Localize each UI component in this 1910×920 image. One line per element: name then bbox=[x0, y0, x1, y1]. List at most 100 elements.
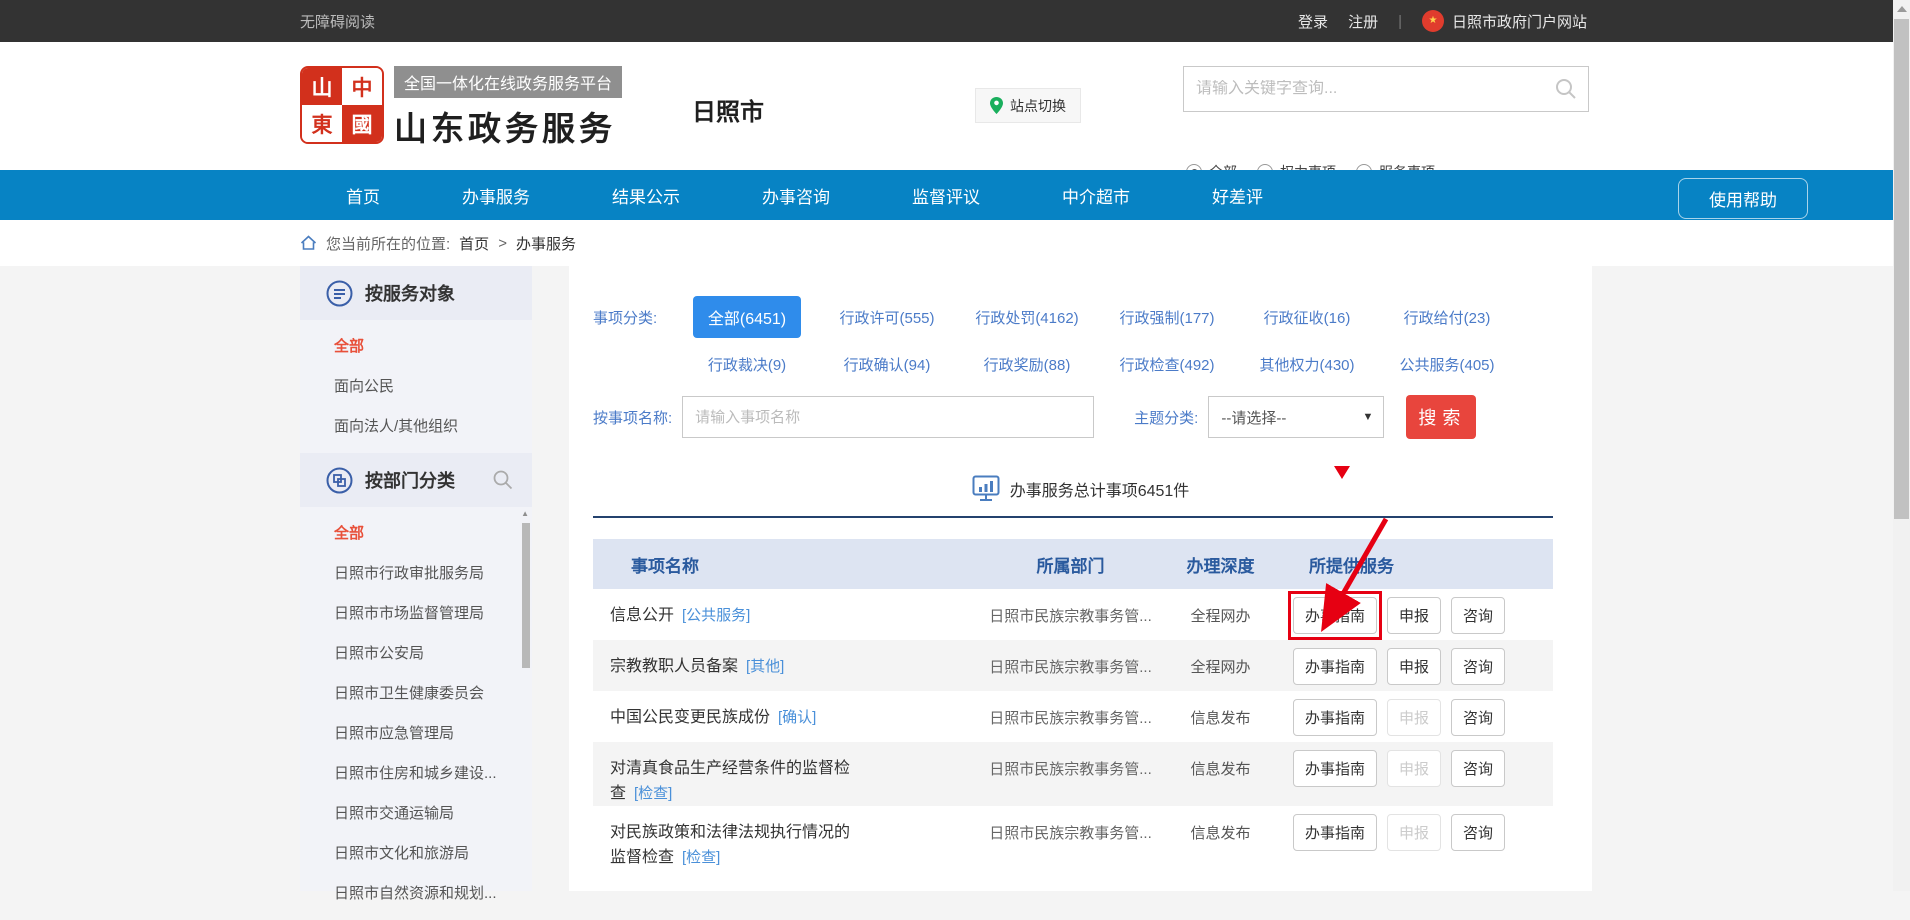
nav-item[interactable]: 办事服务 bbox=[421, 170, 571, 220]
consult-button[interactable]: 咨询 bbox=[1451, 597, 1505, 634]
item-tag-link[interactable]: [公共服务] bbox=[682, 607, 750, 624]
category-option[interactable]: 行政许可(555) bbox=[817, 307, 957, 328]
apply-button[interactable]: 申报 bbox=[1387, 648, 1441, 685]
topbar-divider: | bbox=[1398, 13, 1402, 30]
consult-button[interactable]: 咨询 bbox=[1451, 648, 1505, 685]
item-services: 办事指南申报咨询 bbox=[1288, 806, 1553, 851]
table-row: 中国公民变更民族成份[确认]日照市民族宗教事务管...信息发布办事指南申报咨询 bbox=[593, 691, 1553, 742]
sidebar-list: 全部日照市行政审批服务局日照市市场监督管理局日照市公安局日照市卫生健康委员会日照… bbox=[300, 507, 532, 920]
portal-link[interactable]: ★ 日照市政府门户网站 bbox=[1422, 10, 1587, 32]
sidebar-item[interactable]: 面向法人/其他组织 bbox=[300, 407, 532, 447]
category-option[interactable]: 行政裁决(9) bbox=[677, 354, 817, 375]
category-option[interactable]: 行政奖励(88) bbox=[957, 354, 1097, 375]
category-option[interactable]: 公共服务(405) bbox=[1377, 354, 1517, 375]
search-icon[interactable] bbox=[1554, 77, 1578, 101]
nav-item[interactable]: 中介超市 bbox=[1021, 170, 1171, 220]
sidebar-item[interactable]: 日照市公安局 bbox=[300, 634, 532, 674]
topic-select[interactable]: --请选择-- ▼ bbox=[1208, 396, 1384, 438]
sidebar-item[interactable]: 日照市卫生健康委员会 bbox=[300, 674, 532, 714]
table-row: 对民族政策和法律法规执行情况的监督检查[检查]日照市民族宗教事务管...信息发布… bbox=[593, 806, 1553, 870]
item-name-cell: 宗教教职人员备案 [其他] bbox=[593, 640, 988, 679]
guide-button-wrap: 办事指南 bbox=[1293, 648, 1377, 685]
sidebar-item[interactable]: 日照市自然资源和规划... bbox=[300, 874, 532, 914]
search-icon[interactable] bbox=[492, 469, 514, 491]
consult-button[interactable]: 咨询 bbox=[1451, 814, 1505, 851]
header: 山中東國 全国一体化在线政务服务平台 山东政务服务 日照市 站点切换 全部权力事… bbox=[0, 42, 1893, 170]
site-switch-label: 站点切换 bbox=[1010, 96, 1066, 116]
nav-item[interactable]: 办事咨询 bbox=[721, 170, 871, 220]
guide-button[interactable]: 办事指南 bbox=[1293, 814, 1377, 851]
nav-item[interactable]: 监督评议 bbox=[871, 170, 1021, 220]
nav-item[interactable]: 好差评 bbox=[1171, 170, 1304, 220]
login-link[interactable]: 登录 bbox=[1298, 11, 1328, 32]
item-tag-link[interactable]: [检查] bbox=[634, 785, 672, 802]
sidebar-item[interactable]: 日照市行政审批服务局 bbox=[300, 554, 532, 594]
topbar: 无障碍阅读 登录 注册 | ★ 日照市政府门户网站 bbox=[0, 0, 1893, 42]
item-tag-link[interactable]: [其他] bbox=[746, 658, 784, 675]
site-switch-button[interactable]: 站点切换 bbox=[975, 88, 1081, 123]
scrollbar-up-icon[interactable] bbox=[1897, 6, 1907, 12]
consult-button[interactable]: 咨询 bbox=[1451, 699, 1505, 736]
keyword-search-input[interactable] bbox=[1184, 80, 1554, 98]
category-option[interactable]: 行政给付(23) bbox=[1377, 307, 1517, 328]
page-scrollbar[interactable] bbox=[1893, 0, 1910, 891]
table-rows: 信息公开[公共服务]日照市民族宗教事务管...全程网办办事指南申报咨询宗教教职人… bbox=[593, 589, 1553, 870]
item-tag-link[interactable]: [检查] bbox=[682, 849, 720, 866]
item-depth: 信息发布 bbox=[1153, 691, 1288, 728]
department-icon bbox=[326, 467, 353, 494]
category-option[interactable]: 行政处罚(4162) bbox=[957, 307, 1097, 328]
breadcrumb-home-link[interactable]: 首页 bbox=[459, 233, 489, 254]
category-option[interactable]: 行政征收(16) bbox=[1237, 307, 1377, 328]
item-name-link[interactable]: 宗教教职人员备案 bbox=[610, 658, 738, 675]
guide-button[interactable]: 办事指南 bbox=[1293, 597, 1377, 634]
item-name-link[interactable]: 对民族政策和法律法规执行情况的监督检查 bbox=[610, 824, 850, 866]
item-tag-link[interactable]: [确认] bbox=[778, 709, 816, 726]
sidebar-section-title: 按服务对象 bbox=[365, 280, 455, 306]
help-button[interactable]: 使用帮助 bbox=[1678, 178, 1808, 219]
seal-char: 東 bbox=[302, 105, 342, 142]
apply-button: 申报 bbox=[1387, 750, 1441, 787]
category-option[interactable]: 行政强制(177) bbox=[1097, 307, 1237, 328]
sidebar-item[interactable]: 全部 bbox=[300, 514, 532, 554]
items-table: 事项名称所属部门办理深度所提供服务 信息公开[公共服务]日照市民族宗教事务管..… bbox=[593, 539, 1553, 870]
sidebar-scrollbar-up-icon[interactable]: ▲ bbox=[521, 509, 529, 518]
item-name-link[interactable]: 信息公开 bbox=[610, 607, 674, 624]
item-name-input[interactable] bbox=[682, 396, 1094, 438]
category-option[interactable]: 其他权力(430) bbox=[1237, 354, 1377, 375]
total-count-row: 办事服务总计事项6451件 bbox=[569, 475, 1592, 502]
table-row: 信息公开[公共服务]日照市民族宗教事务管...全程网办办事指南申报咨询 bbox=[593, 589, 1553, 640]
sidebar-item[interactable]: 全部 bbox=[300, 327, 532, 367]
category-option[interactable]: 行政确认(94) bbox=[817, 354, 957, 375]
sidebar-item[interactable]: 日照市文化和旅游局 bbox=[300, 834, 532, 874]
sidebar-item[interactable]: 日照市住房和城乡建设... bbox=[300, 754, 532, 794]
category-option[interactable]: 行政检查(492) bbox=[1097, 354, 1237, 375]
main-content: 事项分类: 全部(6451) 行政许可(555)行政处罚(4162)行政强制(17… bbox=[569, 266, 1592, 891]
apply-button[interactable]: 申报 bbox=[1387, 597, 1441, 634]
table-row: 宗教教职人员备案[其他]日照市民族宗教事务管...全程网办办事指南申报咨询 bbox=[593, 640, 1553, 691]
category-filter: 事项分类: 全部(6451) 行政许可(555)行政处罚(4162)行政强制(17… bbox=[593, 296, 1572, 375]
sidebar-scrollbar-thumb[interactable] bbox=[522, 523, 530, 668]
topic-category-label: 主题分类: bbox=[1134, 407, 1198, 428]
guide-button[interactable]: 办事指南 bbox=[1293, 750, 1377, 787]
total-count-text: 办事服务总计事项6451件 bbox=[1010, 477, 1190, 501]
guide-button[interactable]: 办事指南 bbox=[1293, 699, 1377, 736]
accessibility-link[interactable]: 无障碍阅读 bbox=[300, 11, 375, 32]
sidebar-item[interactable]: 日照市应急管理局 bbox=[300, 714, 532, 754]
sidebar-item[interactable]: 面向公民 bbox=[300, 367, 532, 407]
consult-button[interactable]: 咨询 bbox=[1451, 750, 1505, 787]
sidebar-item[interactable]: 日照市市场监督管理局 bbox=[300, 594, 532, 634]
table-header-cell: 所属部门 bbox=[988, 552, 1153, 577]
register-link[interactable]: 注册 bbox=[1348, 11, 1378, 32]
scrollbar-thumb[interactable] bbox=[1894, 19, 1909, 519]
city-name: 日照市 bbox=[692, 92, 764, 127]
category-selected[interactable]: 全部(6451) bbox=[693, 296, 801, 338]
search-button[interactable]: 搜索 bbox=[1406, 395, 1476, 439]
nav-item[interactable]: 结果公示 bbox=[571, 170, 721, 220]
sidebar: ▲ 按服务对象全部面向公民面向法人/其他组织按部门分类全部日照市行政审批服务局日… bbox=[300, 266, 532, 891]
nav-item[interactable]: 首页 bbox=[305, 170, 421, 220]
category-filter-label: 事项分类: bbox=[593, 307, 677, 328]
guide-button[interactable]: 办事指南 bbox=[1293, 648, 1377, 685]
item-name-link[interactable]: 中国公民变更民族成份 bbox=[610, 709, 770, 726]
item-depth: 全程网办 bbox=[1153, 589, 1288, 626]
sidebar-item[interactable]: 日照市交通运输局 bbox=[300, 794, 532, 834]
